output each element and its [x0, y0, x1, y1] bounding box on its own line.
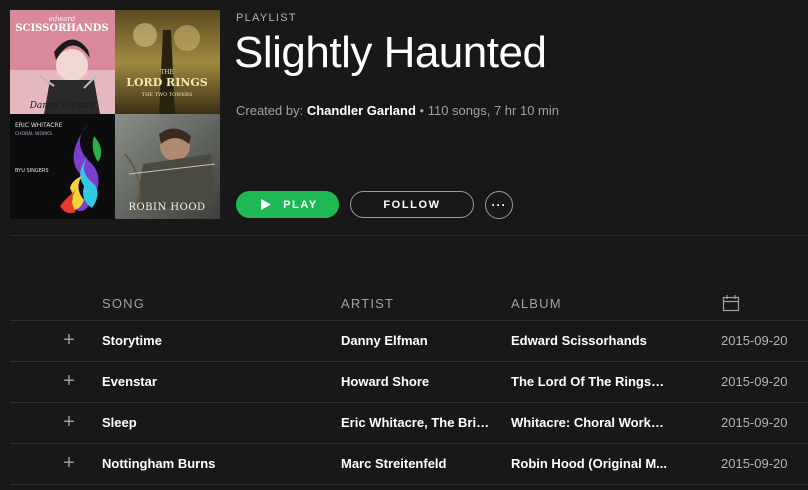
playlist-title: Slightly Haunted — [234, 28, 547, 77]
add-track-icon[interactable]: + — [60, 412, 78, 432]
cover-tile-4-line1: ROBIN HOOD — [128, 202, 205, 213]
track-artist[interactable]: Marc Streitenfeld — [341, 456, 497, 471]
cover-art-1: edward SCISSORHANDS Danny Elfman — [10, 10, 115, 114]
add-track-icon[interactable]: + — [60, 330, 78, 350]
track-date-added: 2015-09-20 — [721, 456, 788, 471]
cover-tile-3-line1: ERIC WHITACRE — [15, 122, 63, 129]
column-header-date[interactable] — [721, 293, 741, 313]
playlist-type-label: PLAYLIST — [236, 12, 297, 24]
calendar-icon — [722, 295, 740, 312]
track-album[interactable]: Edward Scissorhands — [511, 333, 668, 348]
cover-tile-2-line3: THE TWO TOWERS — [142, 92, 193, 98]
add-track-icon[interactable]: + — [60, 371, 78, 391]
cover-tile-lord-of-the-rings: THE LORD RINGS THE TWO TOWERS — [115, 10, 220, 114]
tracklist: + Storytime Danny Elfman Edward Scissorh… — [10, 321, 808, 485]
cover-tile-robin-hood: ROBIN HOOD — [115, 114, 220, 219]
track-album[interactable]: Whitacre: Choral Works,... — [511, 415, 668, 430]
track-artist[interactable]: Eric Whitacre, The Brigh... — [341, 415, 497, 430]
playlist-page: edward SCISSORHANDS Danny Elfman THE LOR… — [0, 0, 808, 490]
play-button[interactable]: PLAY — [236, 191, 339, 218]
add-track-icon[interactable]: + — [60, 453, 78, 473]
column-header-song[interactable]: SONG — [102, 296, 145, 311]
cover-tile-eric-whitacre: ERIC WHITACRE CHORAL WORKS BYU SINGERS — [10, 114, 115, 219]
more-options-button[interactable]: ··· — [485, 191, 513, 219]
cover-tile-1-line2: SCISSORHANDS — [15, 23, 108, 34]
cover-tile-3-line3: BYU SINGERS — [15, 168, 49, 174]
track-artist[interactable]: Howard Shore — [341, 374, 497, 389]
track-title[interactable]: Nottingham Burns — [102, 456, 332, 471]
track-date-added: 2015-09-20 — [721, 374, 788, 389]
track-row[interactable]: + Sleep Eric Whitacre, The Brigh... Whit… — [10, 403, 808, 444]
track-title[interactable]: Evenstar — [102, 374, 332, 389]
play-button-label: PLAY — [283, 198, 318, 211]
cover-art-3: ERIC WHITACRE CHORAL WORKS BYU SINGERS — [10, 114, 115, 219]
playlist-cover-collage[interactable]: edward SCISSORHANDS Danny Elfman THE LOR… — [10, 10, 220, 219]
cover-tile-edward-scissorhands: edward SCISSORHANDS Danny Elfman — [10, 10, 115, 114]
playlist-summary: • 110 songs, 7 hr 10 min — [419, 103, 559, 118]
cover-tile-1-line1: edward — [49, 15, 76, 23]
track-title[interactable]: Storytime — [102, 333, 332, 348]
play-icon — [261, 199, 272, 210]
column-header-artist[interactable]: ARTIST — [341, 296, 394, 311]
track-album[interactable]: Robin Hood (Original M... — [511, 456, 668, 471]
follow-button-label: FOLLOW — [383, 198, 441, 211]
cover-tile-2-line2: LORD RINGS — [126, 76, 208, 89]
cover-tile-1-line3: Danny Elfman — [29, 101, 95, 111]
track-artist[interactable]: Danny Elfman — [341, 333, 497, 348]
track-date-added: 2015-09-20 — [721, 333, 788, 348]
tracklist-header: SONG ARTIST ALBUM — [10, 293, 808, 321]
cover-art-2: THE LORD RINGS THE TWO TOWERS — [115, 10, 220, 114]
cover-tile-3-line2: CHORAL WORKS — [15, 131, 52, 137]
more-options-icon: ··· — [491, 198, 507, 212]
track-album[interactable]: The Lord Of The Rings: ... — [511, 374, 668, 389]
created-by-label: Created by: — [236, 103, 304, 118]
playlist-meta: Created by: Chandler Garland • 110 songs… — [236, 103, 559, 118]
header-divider — [10, 235, 808, 236]
track-date-added: 2015-09-20 — [721, 415, 788, 430]
track-row[interactable]: + Storytime Danny Elfman Edward Scissorh… — [10, 321, 808, 362]
follow-button[interactable]: FOLLOW — [350, 191, 474, 218]
cover-tile-2-line1: THE — [160, 69, 174, 76]
track-row[interactable]: + Evenstar Howard Shore The Lord Of The … — [10, 362, 808, 403]
cover-art-4: ROBIN HOOD — [115, 114, 220, 219]
track-row[interactable]: + Nottingham Burns Marc Streitenfeld Rob… — [10, 444, 808, 485]
track-title[interactable]: Sleep — [102, 415, 332, 430]
column-header-album[interactable]: ALBUM — [511, 296, 562, 311]
playlist-owner-link[interactable]: Chandler Garland — [307, 103, 416, 118]
